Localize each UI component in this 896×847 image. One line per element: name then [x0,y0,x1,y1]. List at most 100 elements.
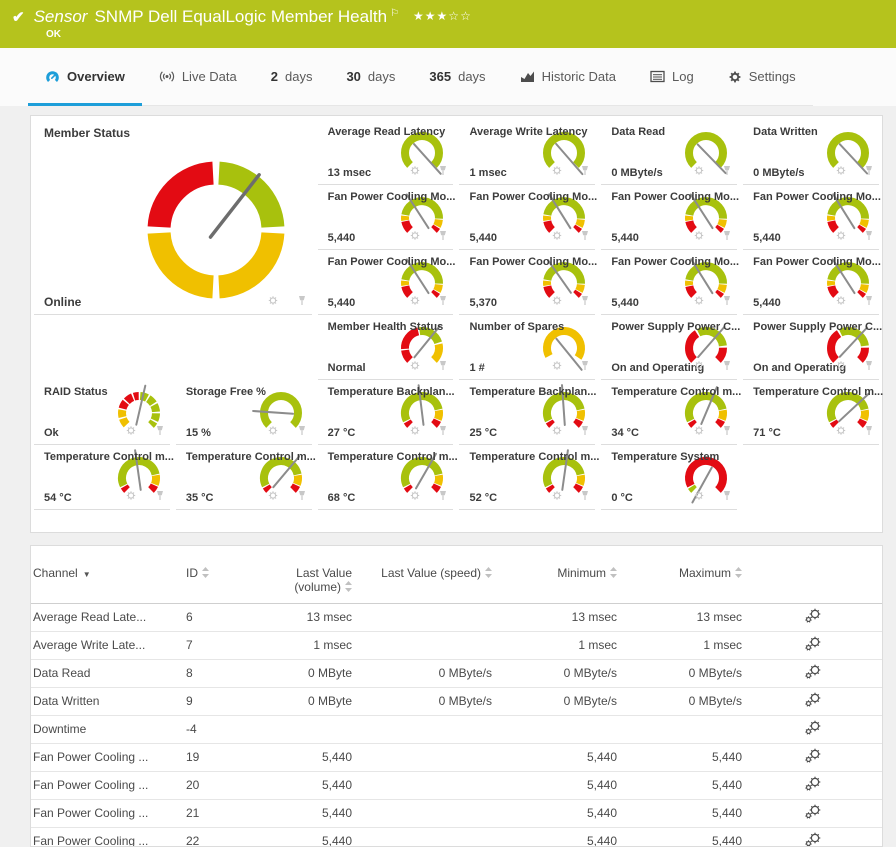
pin-icon[interactable] [864,360,874,371]
gauge-cell-member-health-status[interactable]: Member Health Status Normal [318,315,454,380]
gear-icon[interactable] [552,360,576,371]
pin-icon[interactable] [155,490,165,501]
pin-icon[interactable] [438,360,448,371]
row-actions-cell[interactable] [744,659,882,687]
pin-icon[interactable] [438,425,448,436]
tab-historic-data[interactable]: Historic Data [503,48,633,106]
gauge-cell-fan-power-cooling-mo[interactable]: Fan Power Cooling Mo... 5,440 [743,185,879,250]
gauge-cell-power-supply-power-c[interactable]: Power Supply Power C... On and Operating [601,315,737,380]
edit-channel-gears-icon[interactable] [804,692,822,708]
channel-name-cell[interactable]: Average Write Late... [31,631,184,659]
gauge-cell-average-write-latency[interactable]: Average Write Latency 1 msec [459,120,595,185]
row-actions-cell[interactable] [744,743,882,771]
edit-channel-gears-icon[interactable] [804,804,822,820]
gauge-cell-fan-power-cooling-mo[interactable]: Fan Power Cooling Mo... 5,440 [318,185,454,250]
gauge-cell-number-of-spares[interactable]: Number of Spares 1 # [459,315,595,380]
gear-icon[interactable] [268,490,292,501]
gauge-cell-fan-power-cooling-mo[interactable]: Fan Power Cooling Mo... 5,440 [601,185,737,250]
gauge-cell-fan-power-cooling-mo[interactable]: Fan Power Cooling Mo... 5,370 [459,250,595,315]
edit-channel-gears-icon[interactable] [804,776,822,792]
pin-icon[interactable] [722,230,732,241]
channel-name-cell[interactable]: Fan Power Cooling ... [31,743,184,771]
pin-icon[interactable] [580,425,590,436]
gear-icon[interactable] [410,165,434,176]
sort-desc-icon[interactable]: ▼ [83,570,91,579]
gear-icon[interactable] [410,490,434,501]
row-actions-cell[interactable] [744,687,882,715]
gear-icon[interactable] [268,295,292,306]
gear-icon[interactable] [694,360,718,371]
gear-icon[interactable] [410,425,434,436]
tab-days[interactable]: 30days [329,48,412,106]
gear-icon[interactable] [694,295,718,306]
tab-live-data[interactable]: Live Data [142,48,254,106]
tab-settings[interactable]: Settings [711,48,813,106]
gauge-cell-average-read-latency[interactable]: Average Read Latency 13 msec [318,120,454,185]
pin-icon[interactable] [864,295,874,306]
pin-icon[interactable] [722,165,732,176]
gauge-cell-temperature-backplan[interactable]: Temperature Backplan... 27 °C [318,380,454,445]
edit-channel-gears-icon[interactable] [804,748,822,764]
column-header-minimum[interactable]: Minimum [494,556,619,603]
gear-icon[interactable] [694,165,718,176]
sort-icon[interactable] [735,567,742,581]
pin-icon[interactable] [580,295,590,306]
pin-icon[interactable] [297,425,307,436]
pin-icon[interactable] [297,490,307,501]
pin-icon[interactable] [438,295,448,306]
edit-channel-gears-icon[interactable] [804,608,822,624]
pin-icon[interactable] [155,425,165,436]
gauge-cell-data-read[interactable]: Data Read 0 MByte/s [601,120,737,185]
gauge-cell-fan-power-cooling-mo[interactable]: Fan Power Cooling Mo... 5,440 [459,185,595,250]
gauge-cell-temperature-system[interactable]: Temperature System 0 °C [601,445,737,510]
channel-name-cell[interactable]: Average Read Late... [31,603,184,631]
gear-icon[interactable] [268,425,292,436]
flag-icon[interactable]: ⚐ [390,8,399,19]
sort-icon[interactable] [610,567,617,581]
gear-icon[interactable] [836,165,860,176]
tab-days[interactable]: 365days [412,48,502,106]
gauge-cell-fan-power-cooling-mo[interactable]: Fan Power Cooling Mo... 5,440 [743,250,879,315]
pin-icon[interactable] [438,165,448,176]
pin-icon[interactable] [722,425,732,436]
gear-icon[interactable] [694,230,718,241]
gauge-cell-member-status[interactable]: Member Status Online [34,120,312,315]
pin-icon[interactable] [438,490,448,501]
gear-icon[interactable] [694,490,718,501]
gauge-cell-temperature-control-m[interactable]: Temperature Control m... 34 °C [601,380,737,445]
column-header-channel[interactable]: Channel▼ [31,556,184,603]
gauge-cell-temperature-control-m[interactable]: Temperature Control m... 35 °C [176,445,312,510]
gear-icon[interactable] [126,490,150,501]
gear-icon[interactable] [410,360,434,371]
edit-channel-gears-icon[interactable] [804,720,822,736]
column-header-last-value-speed[interactable]: Last Value (speed) [354,556,494,603]
gauge-cell-fan-power-cooling-mo[interactable]: Fan Power Cooling Mo... 5,440 [318,250,454,315]
edit-channel-gears-icon[interactable] [804,636,822,652]
channel-name-cell[interactable]: Fan Power Cooling ... [31,771,184,799]
sort-icon[interactable] [202,567,209,581]
gauge-cell-temperature-control-m[interactable]: Temperature Control m... 54 °C [34,445,170,510]
edit-channel-gears-icon[interactable] [804,832,822,847]
tab-log[interactable]: Log [633,48,711,106]
row-actions-cell[interactable] [744,771,882,799]
pin-icon[interactable] [297,295,307,306]
gauge-cell-fan-power-cooling-mo[interactable]: Fan Power Cooling Mo... 5,440 [601,250,737,315]
pin-icon[interactable] [580,230,590,241]
gear-icon[interactable] [836,425,860,436]
row-actions-cell[interactable] [744,827,882,847]
pin-icon[interactable] [722,360,732,371]
column-header-id[interactable]: ID [184,556,239,603]
priority-stars[interactable]: ★★★☆☆ [413,9,472,23]
channel-name-cell[interactable]: Data Read [31,659,184,687]
gear-icon[interactable] [410,230,434,241]
gear-icon[interactable] [836,230,860,241]
row-actions-cell[interactable] [744,603,882,631]
gear-icon[interactable] [694,425,718,436]
gear-icon[interactable] [552,230,576,241]
tab-overview[interactable]: Overview [28,48,142,106]
edit-channel-gears-icon[interactable] [804,664,822,680]
channel-name-cell[interactable]: Data Written [31,687,184,715]
row-actions-cell[interactable] [744,715,882,743]
sort-icon[interactable] [485,567,492,581]
pin-icon[interactable] [864,165,874,176]
